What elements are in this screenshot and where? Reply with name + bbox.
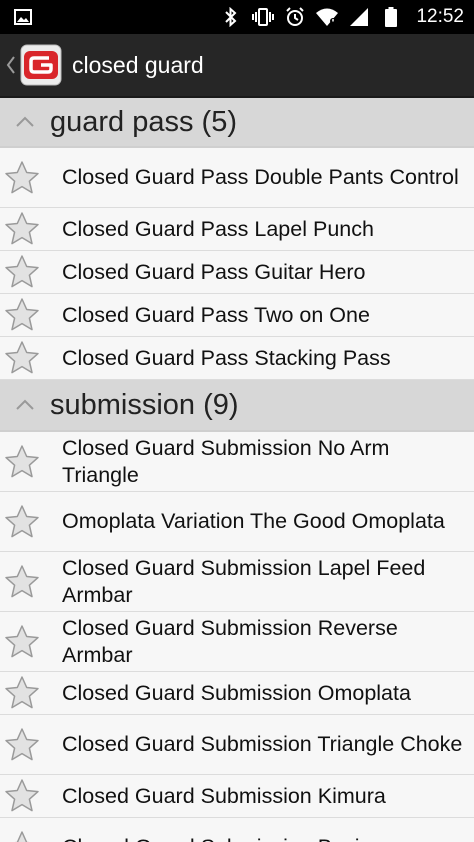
item-label: Closed Guard Submission Omoplata [62, 680, 411, 705]
status-clock: 12:52 [416, 6, 464, 27]
vibrate-icon [252, 6, 275, 28]
chevron-up-icon[interactable] [0, 116, 50, 128]
list-item[interactable]: Closed Guard Pass Stacking Pass [0, 337, 474, 380]
signal-icon [348, 6, 370, 28]
item-label: Closed Guard Submission Basic [44, 834, 378, 842]
item-label: Closed Guard Submission Lapel Feed Armba… [62, 555, 426, 607]
star-icon[interactable] [0, 675, 44, 711]
star-icon[interactable] [0, 444, 44, 480]
star-icon[interactable] [0, 624, 44, 660]
list-item[interactable]: Closed Guard Submission Kimura [0, 775, 474, 818]
battery-icon [380, 6, 402, 28]
list-item[interactable]: Closed Guard Submission Reverse Armbar [0, 612, 474, 672]
app-logo-icon[interactable] [20, 44, 62, 86]
star-icon[interactable] [0, 254, 44, 290]
item-label: Closed Guard Pass Stacking Pass [62, 345, 391, 370]
item-label: Closed Guard Submission Reverse Armbar [62, 615, 398, 667]
wifi-icon [316, 6, 339, 28]
image-icon [12, 6, 34, 28]
chevron-up-icon[interactable] [0, 399, 50, 411]
list-item[interactable]: Closed Guard Submission Triangle Choke [0, 715, 474, 775]
star-icon[interactable] [0, 830, 44, 842]
section-header-submission[interactable]: submission (9) [0, 380, 474, 432]
star-icon[interactable] [0, 504, 44, 540]
section-title: guard pass (5) [50, 105, 237, 138]
item-label: Closed Guard Submission Triangle Choke [62, 732, 463, 756]
list-item[interactable]: Omoplata Variation The Good Omoplata [0, 492, 474, 552]
back-chevron-icon[interactable] [2, 55, 20, 75]
star-icon[interactable] [0, 160, 44, 196]
item-label: Closed Guard Submission Kimura [62, 783, 386, 808]
star-icon[interactable] [0, 211, 44, 247]
technique-list: guard pass (5) Closed Guard Pass Double … [0, 96, 474, 842]
item-label: Closed Guard Pass Double Pants Control [62, 165, 459, 189]
star-icon[interactable] [0, 778, 44, 814]
star-icon[interactable] [0, 297, 44, 333]
list-item[interactable]: Closed Guard Submission No Arm Triangle [0, 432, 474, 492]
section-title: submission (9) [50, 388, 239, 421]
action-bar: closed guard [0, 34, 474, 96]
list-item[interactable]: Closed Guard Submission Lapel Feed Armba… [0, 552, 474, 612]
item-label: Omoplata Variation The Good Omoplata [62, 509, 445, 533]
star-icon[interactable] [0, 564, 44, 600]
star-icon[interactable] [0, 727, 44, 763]
alarm-icon [284, 6, 306, 28]
list-item[interactable]: Closed Guard Pass Double Pants Control [0, 148, 474, 208]
item-label: Closed Guard Pass Lapel Punch [62, 216, 374, 241]
bluetooth-icon [220, 6, 242, 28]
section-header-guard-pass[interactable]: guard pass (5) [0, 96, 474, 148]
item-label: Closed Guard Pass Two on One [62, 302, 370, 327]
item-label: Closed Guard Submission No Arm Triangle [62, 435, 390, 487]
list-item[interactable]: Closed Guard Pass Two on One [0, 294, 474, 337]
list-item[interactable]: Closed Guard Pass Guitar Hero [0, 251, 474, 294]
list-item[interactable]: Closed Guard Pass Lapel Punch [0, 208, 474, 251]
star-icon[interactable] [0, 340, 44, 376]
page-title: closed guard [72, 51, 204, 78]
list-item[interactable]: Closed Guard Submission Basic [0, 818, 474, 842]
status-bar: 12:52 [0, 0, 474, 34]
item-label: Closed Guard Pass Guitar Hero [62, 259, 366, 284]
list-item[interactable]: Closed Guard Submission Omoplata [0, 672, 474, 715]
